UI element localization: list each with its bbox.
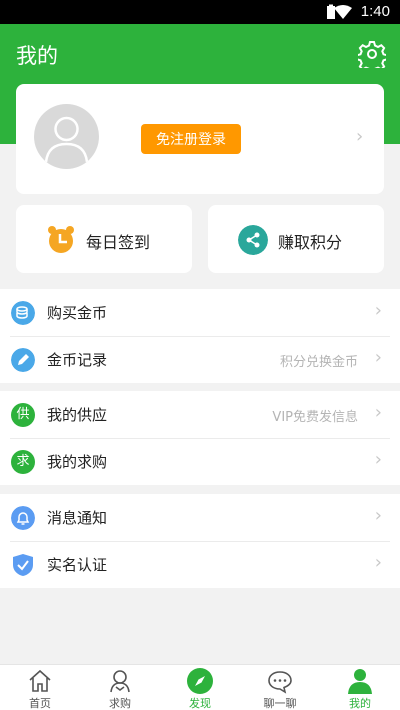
tab-buyer[interactable]: 求购 (80, 665, 160, 710)
menu-hint: 积分兑换金币 (279, 355, 358, 370)
menu-label: 我的求购 (47, 453, 108, 471)
chevron-right-icon: › (374, 347, 382, 368)
earn-points-label: 赚取积分 (278, 233, 343, 252)
tab-label: 聊一聊 (263, 697, 297, 710)
menu-label: 金币记录 (47, 351, 108, 369)
avatar[interactable] (34, 104, 99, 169)
menu-label: 消息通知 (47, 509, 108, 527)
pencil-icon (11, 348, 35, 372)
chevron-right-icon: › (374, 505, 382, 526)
wifi-icon (334, 5, 352, 19)
menu-item-notifications[interactable]: 消息通知 › (0, 494, 400, 541)
share-icon (238, 225, 268, 255)
tab-mine[interactable]: 我的 (320, 665, 400, 710)
earn-points-card[interactable]: 赚取积分 (208, 205, 384, 273)
daily-checkin-card[interactable]: 每日签到 (16, 205, 192, 273)
tab-label: 我的 (349, 697, 371, 710)
status-bar: 1:40 (0, 0, 400, 24)
compass-icon (187, 668, 213, 694)
alarm-clock-icon (48, 226, 74, 253)
coins-icon (11, 301, 35, 325)
menu-label: 购买金币 (47, 304, 108, 322)
chat-icon (268, 671, 292, 694)
menu-item-real-name-auth[interactable]: 实名认证 › (0, 541, 400, 588)
menu-group-account: 消息通知 › 实名认证 › (0, 494, 400, 588)
settings-gear-icon[interactable] (358, 40, 386, 68)
menu-group-trade: 供 我的供应 VIP免费发信息 › 求 我的求购 › (0, 391, 400, 485)
home-icon (29, 669, 51, 692)
buyer-icon (110, 670, 130, 693)
tab-discover[interactable]: 发现 (160, 665, 240, 710)
menu-label: 我的供应 (47, 406, 108, 424)
bell-icon (11, 506, 35, 530)
menu-item-coin-records[interactable]: 金币记录 积分兑换金币 › (0, 336, 400, 383)
menu-item-my-supply[interactable]: 供 我的供应 VIP免费发信息 › (0, 391, 400, 438)
chevron-right-icon: › (356, 126, 364, 147)
purchase-icon: 求 (11, 450, 35, 474)
chevron-right-icon: › (374, 552, 382, 573)
tab-label: 发现 (189, 697, 211, 710)
default-avatar-icon (44, 116, 89, 163)
page-title: 我的 (16, 44, 58, 68)
menu-group-coins: 购买金币 › 金币记录 积分兑换金币 › (0, 289, 400, 383)
shield-check-icon (13, 554, 33, 576)
chevron-right-icon: › (374, 300, 382, 321)
daily-checkin-label: 每日签到 (86, 233, 151, 252)
menu-item-my-purchase[interactable]: 求 我的求购 › (0, 438, 400, 485)
menu-item-buy-coins[interactable]: 购买金币 › (0, 289, 400, 336)
person-icon (348, 669, 372, 694)
chevron-right-icon: › (374, 449, 382, 470)
bottom-tab-bar: 首页 求购 发现 聊一聊 我的 (0, 664, 400, 710)
tab-label: 首页 (29, 697, 51, 710)
profile-card[interactable]: 免注册登录 › (16, 84, 384, 194)
chevron-right-icon: › (374, 402, 382, 423)
supply-icon: 供 (11, 403, 35, 427)
tab-home[interactable]: 首页 (0, 665, 80, 710)
login-button[interactable]: 免注册登录 (141, 124, 241, 154)
status-time: 1:40 (360, 3, 390, 20)
menu-label: 实名认证 (47, 556, 108, 574)
tab-chat[interactable]: 聊一聊 (240, 665, 320, 710)
menu-hint: VIP免费发信息 (272, 410, 358, 425)
tab-label: 求购 (109, 697, 131, 710)
